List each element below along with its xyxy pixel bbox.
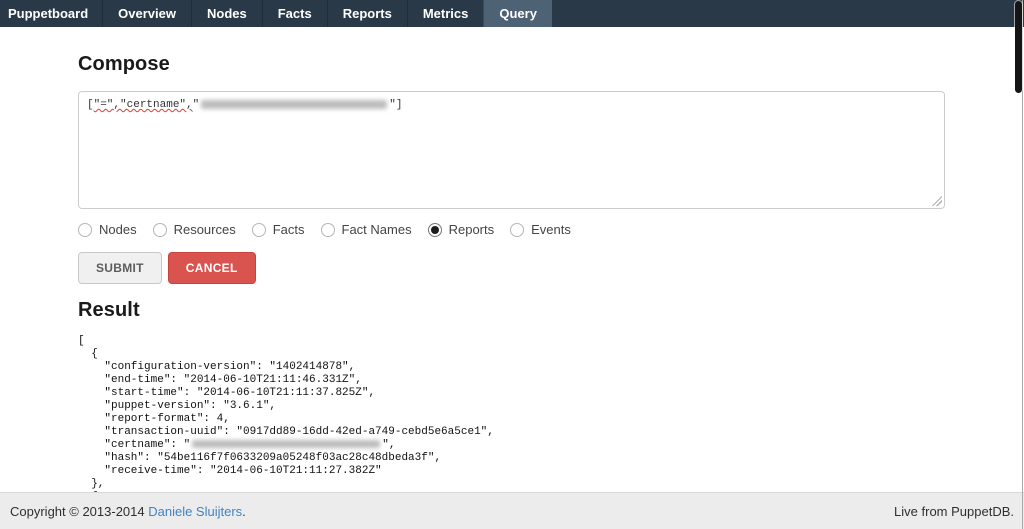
radio-option-events[interactable]: Events [510,222,571,237]
radio-label: Resources [174,222,236,237]
textarea-resize-grip-icon[interactable] [932,196,942,206]
radio-label: Nodes [99,222,137,237]
submit-button[interactable]: SUBMIT [78,252,162,284]
query-input[interactable]: ["=","certname"," "] [78,91,945,209]
radio-option-nodes[interactable]: Nodes [78,222,137,237]
result-json-output: [ { "configuration-version": "1402414878… [78,335,946,504]
radio-option-facts[interactable]: Facts [252,222,305,237]
radio-icon[interactable] [153,223,167,237]
copyright-text: Copyright © 2013-2014 [10,504,148,519]
compose-heading: Compose [78,53,946,76]
query-close: "] [389,99,402,111]
nav-item-metrics[interactable]: Metrics [407,0,484,27]
radio-label: Reports [449,222,495,237]
footer-status: Live from PuppetDB. [894,504,1014,519]
radio-icon[interactable] [510,223,524,237]
redacted-certname-result [192,440,380,448]
brand-puppetboard[interactable]: Puppetboard [0,0,102,27]
cancel-button[interactable]: CANCEL [168,252,256,284]
radio-label: Fact Names [342,222,412,237]
radio-icon[interactable] [321,223,335,237]
scrollbar-thumb[interactable] [1015,1,1022,93]
form-actions: SUBMIT CANCEL [78,252,946,284]
endpoint-radio-group: Nodes Resources Facts Fact Names Reports… [78,222,946,237]
radio-icon[interactable] [78,223,92,237]
redacted-certname-value [201,100,387,109]
radio-option-resources[interactable]: Resources [153,222,236,237]
radio-selected-icon[interactable] [428,223,442,237]
radio-option-fact-names[interactable]: Fact Names [321,222,412,237]
radio-option-reports[interactable]: Reports [428,222,495,237]
nav-item-query[interactable]: Query [483,0,552,27]
query-open-bracket: [ [87,99,94,111]
main-content: Compose ["=","certname"," "] Nodes Resour… [78,53,946,504]
nav-item-facts[interactable]: Facts [262,0,327,27]
nav-item-overview[interactable]: Overview [102,0,191,27]
footer: Copyright © 2013-2014 Daniele Sluijters.… [0,492,1024,529]
copyright-suffix: . [242,504,246,519]
query-text-spellchecked: "=","certname", [94,99,193,111]
footer-copyright: Copyright © 2013-2014 Daniele Sluijters. [10,504,246,519]
window-edge-line [1022,0,1023,529]
result-json-before: [ { "configuration-version": "1402414878… [78,335,494,451]
radio-icon[interactable] [252,223,266,237]
radio-label: Events [531,222,571,237]
radio-label: Facts [273,222,305,237]
nav-item-reports[interactable]: Reports [327,0,407,27]
nav-item-nodes[interactable]: Nodes [191,0,262,27]
top-nav: Puppetboard Overview Nodes Facts Reports… [0,0,1024,27]
query-open-quote: " [193,99,200,111]
result-heading: Result [78,299,946,322]
author-link[interactable]: Daniele Sluijters [148,504,242,519]
